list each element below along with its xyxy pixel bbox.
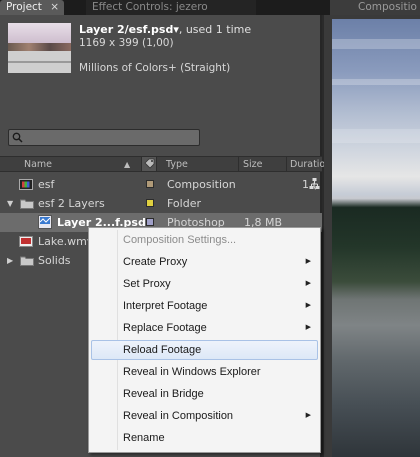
item-type: Composition bbox=[167, 178, 236, 191]
footage-color-depth: Millions of Colors+ (Straight) bbox=[79, 62, 231, 74]
expand-triangle-icon[interactable]: ▼ bbox=[7, 194, 13, 213]
photoshop-file-icon bbox=[38, 215, 52, 229]
menu-item-reload-footage[interactable]: Reload Footage bbox=[91, 340, 318, 360]
column-size[interactable]: Size bbox=[243, 159, 263, 170]
submenu-arrow-icon: ▶ bbox=[305, 412, 311, 419]
video-file-icon bbox=[19, 236, 33, 247]
collapse-triangle-icon[interactable]: ▶ bbox=[7, 251, 13, 270]
footage-dimensions: 1169 x 399 (1,00) bbox=[79, 37, 174, 49]
tab-project-label: Project bbox=[6, 1, 42, 13]
menu-item-rename[interactable]: Rename bbox=[91, 428, 318, 448]
tab-project[interactable]: Project × bbox=[0, 0, 64, 15]
composition-preview-image bbox=[332, 19, 420, 457]
column-header-bar: Name ▲ Type Size Duratio bbox=[0, 156, 325, 172]
submenu-arrow-icon: ▶ bbox=[305, 280, 311, 287]
label-color-swatch[interactable] bbox=[146, 180, 154, 188]
context-menu: Composition Settings... Create Proxy ▶ Se… bbox=[88, 227, 321, 453]
item-name: esf 2 Layers bbox=[38, 197, 105, 210]
sort-ascending-icon[interactable]: ▲ bbox=[124, 160, 130, 169]
submenu-arrow-icon: ▶ bbox=[305, 302, 311, 309]
item-name: Lake.wmv bbox=[38, 235, 94, 248]
menu-item-composition-settings: Composition Settings... bbox=[123, 234, 237, 246]
footage-info-name[interactable]: Layer 2/esf.psd▾, used 1 time bbox=[79, 23, 251, 36]
folder-icon bbox=[20, 256, 34, 266]
column-duration[interactable]: Duratio bbox=[290, 159, 325, 170]
item-name: Solids bbox=[38, 254, 71, 267]
label-color-swatch[interactable] bbox=[146, 218, 154, 226]
panel-tab-bar: Project × Effect Controls: jezero ▾≡ Com… bbox=[0, 0, 420, 453]
column-name[interactable]: Name bbox=[24, 159, 52, 170]
tab-composition[interactable]: Compositio bbox=[330, 0, 420, 15]
label-column-tag-icon[interactable] bbox=[141, 157, 157, 171]
project-item-esf-2-layers[interactable]: ▼ esf 2 Layers Folder bbox=[0, 194, 322, 213]
menu-item-create-proxy[interactable]: Create Proxy ▶ bbox=[91, 252, 318, 272]
submenu-arrow-icon: ▶ bbox=[305, 324, 311, 331]
tab-effect-controls[interactable]: Effect Controls: jezero bbox=[86, 0, 256, 15]
menu-item-set-proxy[interactable]: Set Proxy ▶ bbox=[91, 274, 318, 294]
folder-icon bbox=[20, 199, 34, 209]
footage-usage: , used 1 time bbox=[178, 23, 252, 36]
composition-icon bbox=[19, 179, 33, 190]
flowchart-icon[interactable] bbox=[309, 177, 320, 193]
label-color-swatch[interactable] bbox=[146, 199, 154, 207]
submenu-arrow-icon: ▶ bbox=[305, 258, 311, 265]
composition-viewer[interactable] bbox=[324, 15, 420, 457]
project-item-esf[interactable]: esf Composition 1 ( bbox=[0, 175, 322, 194]
menu-item-interpret-footage[interactable]: Interpret Footage ▶ bbox=[91, 296, 318, 316]
item-name: esf bbox=[38, 178, 55, 191]
footage-thumbnail bbox=[8, 23, 71, 73]
footage-name[interactable]: Layer 2/esf.psd▾ bbox=[79, 23, 179, 36]
project-search-input[interactable] bbox=[8, 129, 200, 146]
search-icon bbox=[12, 132, 23, 143]
close-icon[interactable]: × bbox=[50, 0, 59, 15]
menu-item-reveal-in-bridge[interactable]: Reveal in Bridge bbox=[91, 384, 318, 404]
column-type[interactable]: Type bbox=[166, 159, 188, 170]
menu-item-reveal-in-windows-explorer[interactable]: Reveal in Windows Explorer bbox=[91, 362, 318, 382]
menu-item-reveal-in-composition[interactable]: Reveal in Composition ▶ bbox=[91, 406, 318, 426]
item-type: Folder bbox=[167, 197, 201, 210]
menu-item-replace-footage[interactable]: Replace Footage ▶ bbox=[91, 318, 318, 338]
